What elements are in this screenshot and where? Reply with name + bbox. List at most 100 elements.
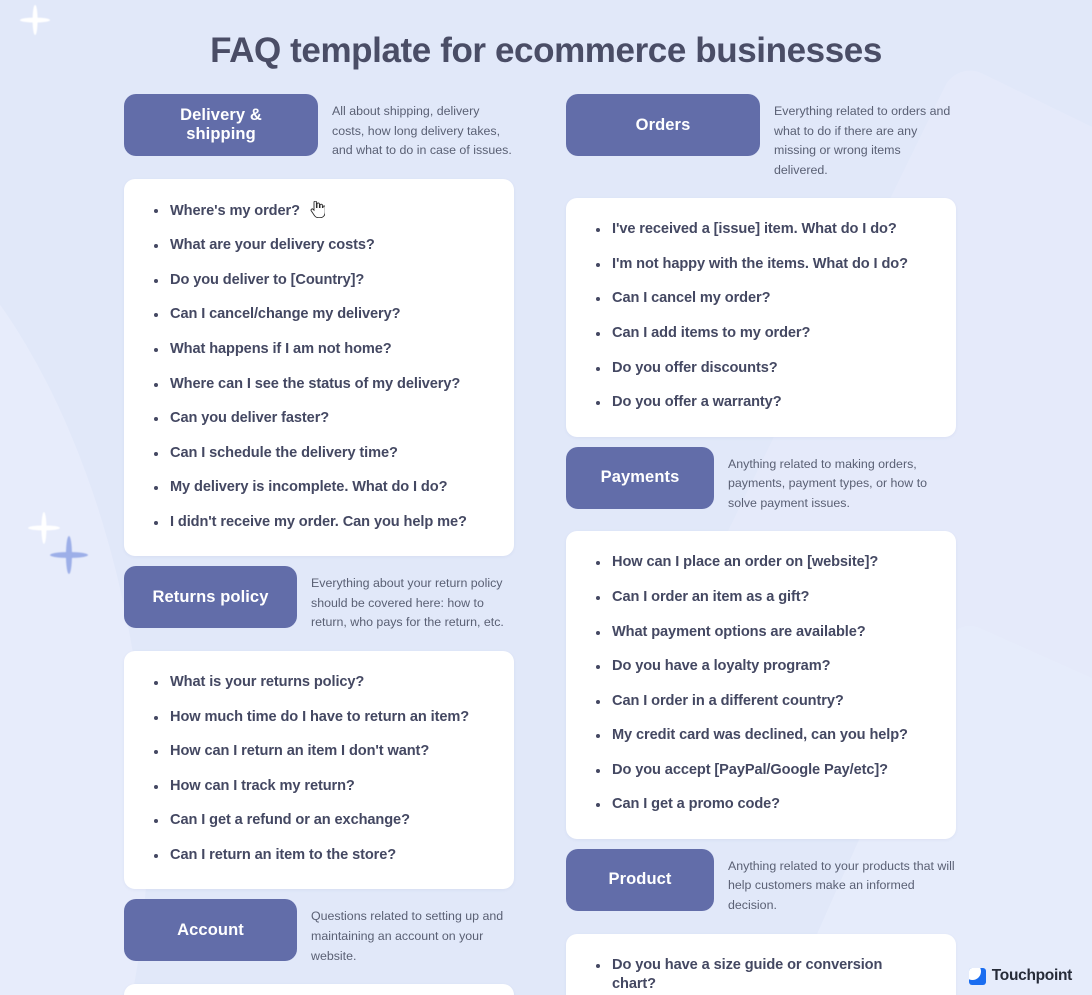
pointing-hand-cursor-icon xyxy=(310,200,325,218)
list-item[interactable]: Can I cancel my order? xyxy=(592,289,930,309)
list-item[interactable]: Can I add items to my order? xyxy=(592,324,930,344)
category-description-returns-policy: Everything about your return policy shou… xyxy=(311,576,504,630)
list-item[interactable]: Do you have a loyalty program? xyxy=(592,657,930,677)
question-card-product: Do you have a size guide or conversion c… xyxy=(566,933,956,995)
question-text: Can I add items to my order? xyxy=(612,325,811,342)
faq-columns: Delivery & shipping All about shipping, d… xyxy=(0,71,1092,995)
section-header-delivery-shipping: Delivery & shipping All about shipping, d… xyxy=(124,94,514,161)
list-item[interactable]: Can you deliver faster? xyxy=(150,409,488,429)
section-header-payments: Payments Anything related to making order… xyxy=(566,446,956,514)
list-item[interactable]: My delivery is incomplete. What do I do? xyxy=(150,478,488,498)
question-text: Do you offer discounts? xyxy=(612,359,778,376)
list-item[interactable]: Where's my order? xyxy=(150,200,488,222)
question-text: Where's my order? xyxy=(170,202,300,219)
touchpoint-logo-icon xyxy=(968,967,986,985)
list-item[interactable]: Can I schedule the delivery time? xyxy=(150,444,488,464)
category-badge-returns-policy[interactable]: Returns policy xyxy=(124,566,297,629)
category-description-product: Anything related to your products that w… xyxy=(728,858,955,912)
question-text: How can I track my return? xyxy=(170,777,355,794)
list-item[interactable]: Do you deliver to [Country]? xyxy=(150,271,488,291)
question-text: How can I place an order on [website]? xyxy=(612,554,879,571)
question-text: My delivery is incomplete. What do I do? xyxy=(170,479,448,496)
question-list-returns-policy: What is your returns policy? How much tim… xyxy=(150,673,488,865)
list-item[interactable]: What is your returns policy? xyxy=(150,673,488,693)
list-item[interactable]: Can I get a refund or an exchange? xyxy=(150,811,488,831)
faq-section-payments: Payments Anything related to making order… xyxy=(566,446,956,839)
list-item[interactable]: How can I return an item I don't want? xyxy=(150,742,488,762)
question-text: I'm not happy with the items. What do I … xyxy=(612,255,908,272)
category-badge-product[interactable]: Product xyxy=(566,848,714,911)
question-text: My credit card was declined, can you hel… xyxy=(612,727,908,744)
question-text: I didn't receive my order. Can you help … xyxy=(170,513,467,530)
faq-section-account: Account Questions related to setting up a… xyxy=(124,899,514,995)
question-text: What are your delivery costs? xyxy=(170,237,375,254)
question-text: Do you accept [PayPal/Google Pay/etc]? xyxy=(612,761,888,778)
question-text: Can I order an item as a gift? xyxy=(612,588,810,605)
touchpoint-brand-logo: Touchpoint xyxy=(968,967,1073,985)
category-badge-payments[interactable]: Payments xyxy=(566,446,714,509)
list-item[interactable]: Can I order in a different country? xyxy=(592,692,930,712)
list-item[interactable]: Do you offer a warranty? xyxy=(592,393,930,413)
question-text: Can I return an item to the store? xyxy=(170,846,397,863)
list-item[interactable]: Where can I see the status of my deliver… xyxy=(150,375,488,395)
list-item[interactable]: Do you accept [PayPal/Google Pay/etc]? xyxy=(592,761,930,781)
list-item[interactable]: What happens if I am not home? xyxy=(150,340,488,360)
question-text: Can I cancel/change my delivery? xyxy=(170,306,401,323)
question-text: How much time do I have to return an ite… xyxy=(170,708,470,725)
category-description-delivery-shipping: All about shipping, delivery costs, how … xyxy=(332,104,512,158)
right-column: Orders Everything related to orders and w… xyxy=(566,94,956,995)
question-text: Do you offer a warranty? xyxy=(612,394,782,411)
list-item[interactable]: I didn't receive my order. Can you help … xyxy=(150,513,488,533)
category-badge-account[interactable]: Account xyxy=(124,899,297,962)
question-text: Do you have a size guide or conversion c… xyxy=(612,956,883,993)
list-item[interactable]: Can I cancel/change my delivery? xyxy=(150,305,488,325)
question-list-orders: I've received a [issue] item. What do I … xyxy=(592,220,930,412)
question-card-payments: How can I place an order on [website]? Ca… xyxy=(566,531,956,839)
question-text: Can I cancel my order? xyxy=(612,290,771,307)
list-item[interactable]: What are your delivery costs? xyxy=(150,236,488,256)
question-text: Can you deliver faster? xyxy=(170,410,330,427)
faq-section-returns-policy: Returns policy Everything about your retu… xyxy=(124,566,514,890)
category-description-orders: Everything related to orders and what to… xyxy=(774,104,951,177)
question-text: I've received a [issue] item. What do I … xyxy=(612,221,897,238)
question-text: What payment options are available? xyxy=(612,623,866,640)
question-text: Can I schedule the delivery time? xyxy=(170,444,398,461)
list-item[interactable]: How can I place an order on [website]? xyxy=(592,553,930,573)
category-description-payments: Anything related to making orders, payme… xyxy=(728,456,928,510)
question-card-orders: I've received a [issue] item. What do I … xyxy=(566,198,956,437)
list-item[interactable]: I'm not happy with the items. What do I … xyxy=(592,255,930,275)
question-card-account: How do I set up an account?I forgot my p… xyxy=(124,984,514,995)
question-text: Do you have a loyalty program? xyxy=(612,658,831,675)
question-text: What happens if I am not home? xyxy=(170,340,392,357)
question-text: What is your returns policy? xyxy=(170,674,365,691)
section-header-orders: Orders Everything related to orders and w… xyxy=(566,94,956,180)
list-item[interactable]: My credit card was declined, can you hel… xyxy=(592,726,930,746)
category-description-account: Questions related to setting up and main… xyxy=(311,909,504,963)
list-item[interactable]: What payment options are available? xyxy=(592,623,930,643)
faq-template-page: FAQ template for ecommerce businesses De… xyxy=(0,0,1092,995)
list-item[interactable]: I've received a [issue] item. What do I … xyxy=(592,220,930,240)
list-item[interactable]: Do you offer discounts? xyxy=(592,359,930,379)
list-item[interactable]: How can I track my return? xyxy=(150,777,488,797)
section-header-returns-policy: Returns policy Everything about your retu… xyxy=(124,566,514,633)
list-item[interactable]: Can I return an item to the store? xyxy=(150,846,488,866)
question-card-delivery-shipping: Where's my order? What are your delivery … xyxy=(124,178,514,557)
question-text: Can I order in a different country? xyxy=(612,692,844,709)
question-card-returns-policy: What is your returns policy? How much tim… xyxy=(124,651,514,890)
question-text: Can I get a promo code? xyxy=(612,796,780,813)
category-badge-orders[interactable]: Orders xyxy=(566,94,760,156)
list-item[interactable]: How much time do I have to return an ite… xyxy=(150,708,488,728)
page-title: FAQ template for ecommerce businesses xyxy=(210,31,882,70)
list-item[interactable]: Do you have a size guide or conversion c… xyxy=(592,956,930,995)
question-text: Do you deliver to [Country]? xyxy=(170,271,365,288)
list-item[interactable]: Can I get a promo code? xyxy=(592,795,930,815)
list-item[interactable]: Can I order an item as a gift? xyxy=(592,588,930,608)
section-header-account: Account Questions related to setting up a… xyxy=(124,899,514,966)
faq-section-delivery-shipping: Delivery & shipping All about shipping, d… xyxy=(124,94,514,557)
section-header-product: Product Anything related to your products… xyxy=(566,848,956,916)
brand-name: Touchpoint xyxy=(991,967,1073,984)
question-list-delivery-shipping: Where's my order? What are your delivery … xyxy=(150,200,488,533)
category-badge-delivery-shipping[interactable]: Delivery & shipping xyxy=(124,94,318,156)
question-text: Where can I see the status of my deliver… xyxy=(170,375,461,392)
question-text: How can I return an item I don't want? xyxy=(170,743,430,760)
